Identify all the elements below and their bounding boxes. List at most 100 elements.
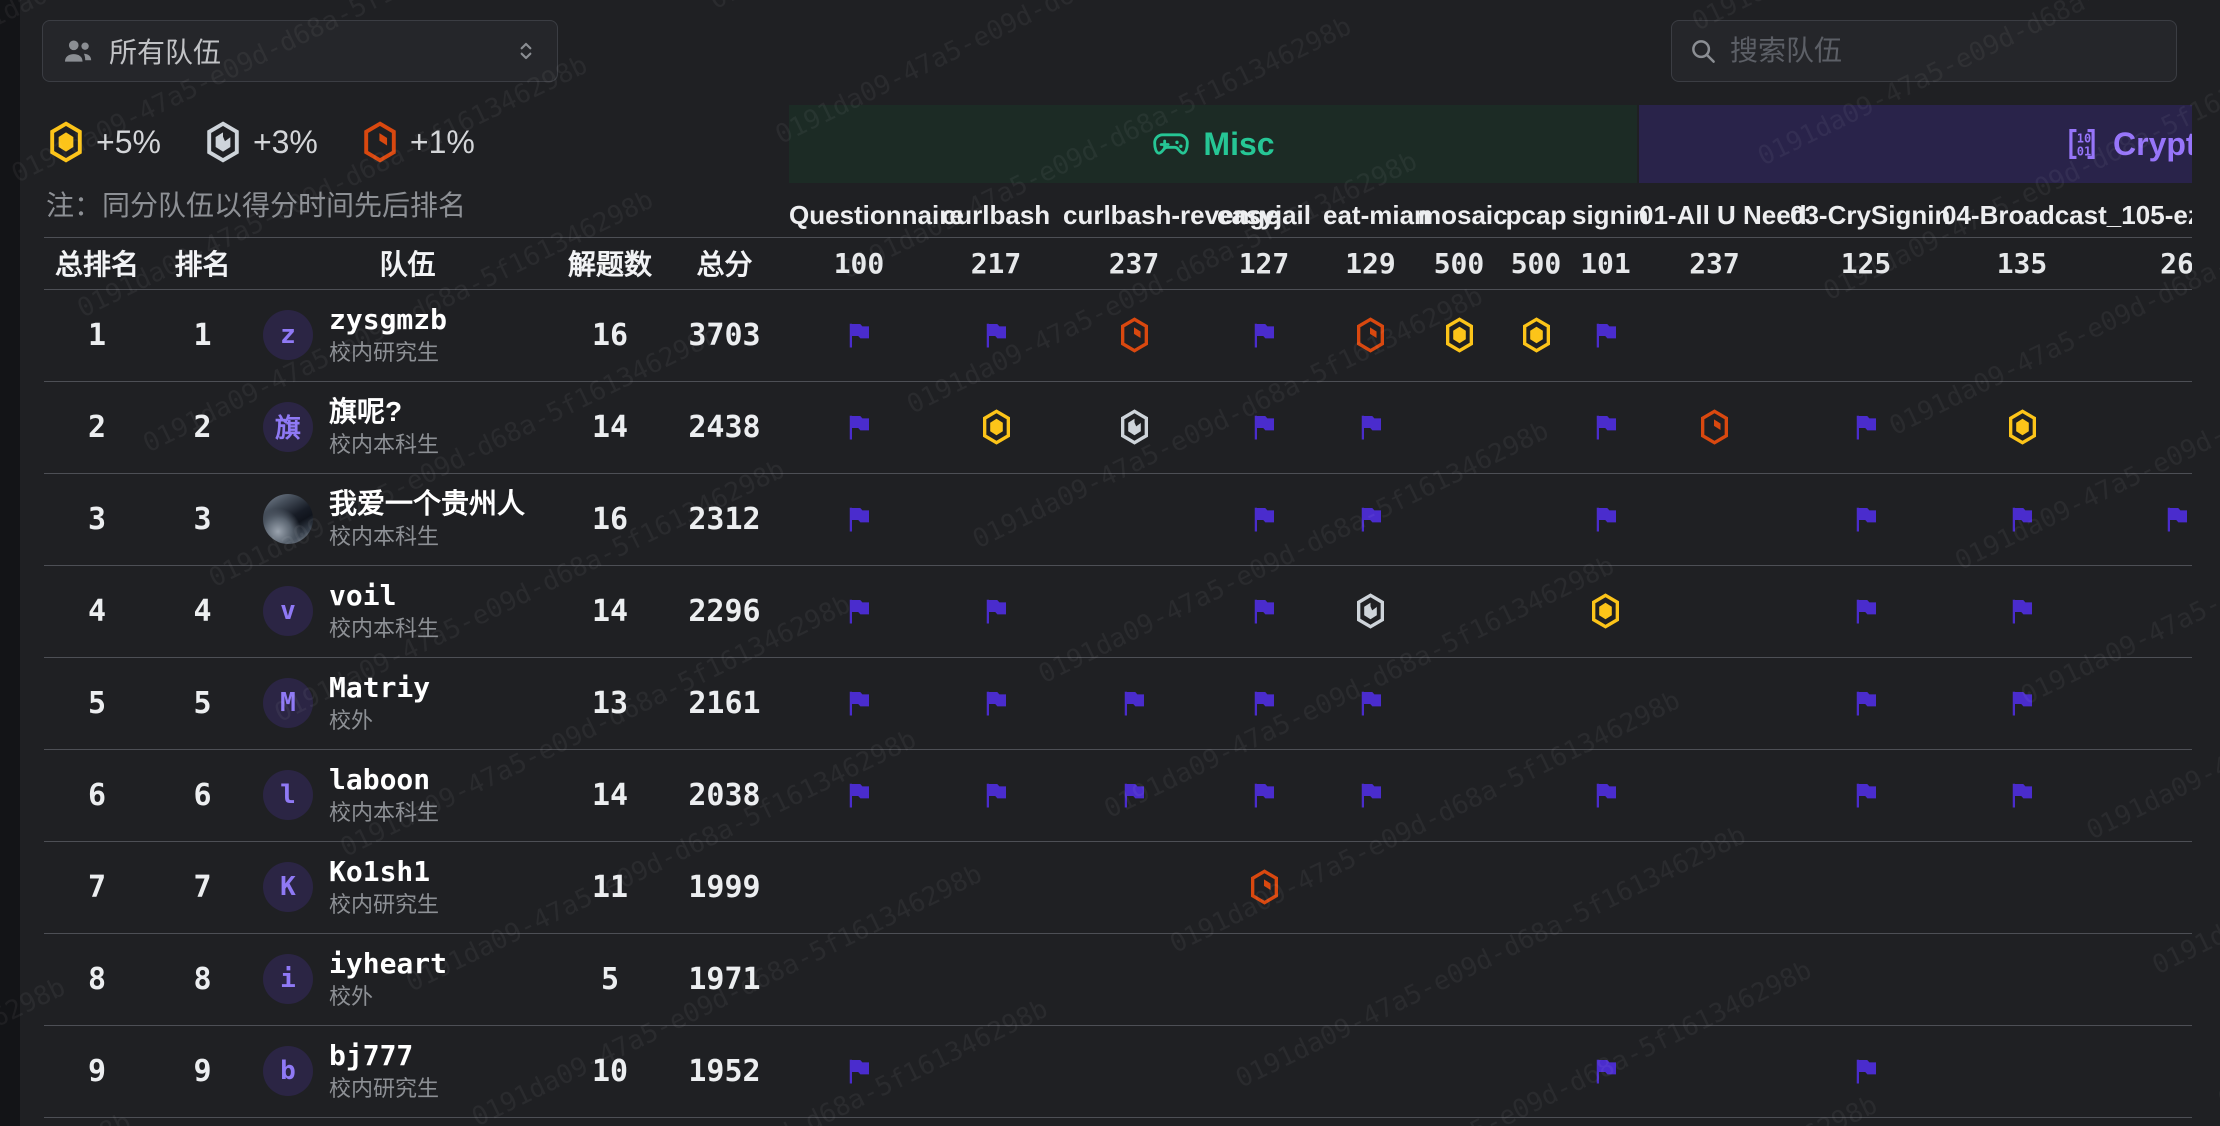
- flag-icon[interactable]: [981, 320, 1011, 350]
- team-row[interactable]: 11zzysgmzb校内研究生163703: [44, 289, 2192, 381]
- solve-cell[interactable]: [1205, 657, 1323, 749]
- third-blood-icon[interactable]: [1355, 317, 1386, 353]
- solve-cell[interactable]: [1790, 381, 1942, 473]
- first-blood-icon[interactable]: [981, 409, 1012, 445]
- solve-cell[interactable]: [1572, 565, 1639, 657]
- solve-cell[interactable]: [1572, 749, 1639, 841]
- flag-icon[interactable]: [2007, 688, 2037, 718]
- solve-cell[interactable]: [1942, 381, 2102, 473]
- solve-cell[interactable]: [1323, 381, 1418, 473]
- flag-icon[interactable]: [1591, 780, 1621, 810]
- team-row[interactable]: 55MMatriy校外132161: [44, 657, 2192, 749]
- second-blood-icon[interactable]: [1355, 593, 1386, 629]
- flag-icon[interactable]: [1119, 688, 1149, 718]
- flag-icon[interactable]: [1249, 596, 1279, 626]
- team-row[interactable]: 99bbj777校内研究生101952: [44, 1025, 2192, 1117]
- solve-cell[interactable]: [1063, 657, 1205, 749]
- team-row[interactable]: 33我爱一个贵州人校内本科生162312: [44, 473, 2192, 565]
- solve-cell[interactable]: [1323, 657, 1418, 749]
- third-blood-icon[interactable]: [362, 121, 398, 163]
- second-blood-icon[interactable]: [1119, 409, 1150, 445]
- solve-cell[interactable]: [789, 473, 929, 565]
- solve-cell[interactable]: [789, 749, 929, 841]
- solve-cell[interactable]: [789, 657, 929, 749]
- second-blood-icon[interactable]: [205, 121, 241, 163]
- solve-cell[interactable]: [1572, 289, 1639, 381]
- solve-cell[interactable]: [929, 657, 1063, 749]
- solve-cell[interactable]: [1063, 381, 1205, 473]
- flag-icon[interactable]: [2007, 596, 2037, 626]
- team-search-input[interactable]: [1730, 35, 2160, 67]
- flag-icon[interactable]: [844, 1056, 874, 1086]
- flag-icon[interactable]: [1356, 780, 1386, 810]
- team-row[interactable]: 44vvoil校内本科生142296: [44, 565, 2192, 657]
- first-blood-icon[interactable]: [1521, 317, 1552, 353]
- solve-cell[interactable]: [1942, 473, 2102, 565]
- solve-cell[interactable]: [1500, 289, 1572, 381]
- solve-cell[interactable]: [1942, 657, 2102, 749]
- solve-cell[interactable]: [1205, 289, 1323, 381]
- flag-icon[interactable]: [1356, 504, 1386, 534]
- solve-cell[interactable]: [1790, 1025, 1942, 1117]
- third-blood-icon[interactable]: [1699, 409, 1730, 445]
- flag-icon[interactable]: [844, 780, 874, 810]
- solve-cell[interactable]: [1063, 289, 1205, 381]
- solve-cell[interactable]: [1063, 749, 1205, 841]
- third-blood-icon[interactable]: [1249, 869, 1280, 905]
- flag-icon[interactable]: [981, 688, 1011, 718]
- flag-icon[interactable]: [1851, 688, 1881, 718]
- flag-icon[interactable]: [1851, 780, 1881, 810]
- solve-cell[interactable]: [1790, 473, 1942, 565]
- flag-icon[interactable]: [1851, 504, 1881, 534]
- solve-cell[interactable]: [1205, 749, 1323, 841]
- third-blood-icon[interactable]: [1119, 317, 1150, 353]
- flag-icon[interactable]: [1249, 688, 1279, 718]
- flag-icon[interactable]: [2007, 780, 2037, 810]
- flag-icon[interactable]: [1591, 1056, 1621, 1086]
- flag-icon[interactable]: [1851, 1056, 1881, 1086]
- solve-cell[interactable]: [1639, 381, 1790, 473]
- team-row[interactable]: 88iiyheart校外51971: [44, 933, 2192, 1025]
- team-row[interactable]: 77KKo1sh1校内研究生111999: [44, 841, 2192, 933]
- flag-icon[interactable]: [844, 320, 874, 350]
- solve-cell[interactable]: [789, 565, 929, 657]
- flag-icon[interactable]: [844, 504, 874, 534]
- solve-cell[interactable]: [1205, 565, 1323, 657]
- solve-cell[interactable]: [929, 749, 1063, 841]
- solve-cell[interactable]: [929, 289, 1063, 381]
- solve-cell[interactable]: [1205, 381, 1323, 473]
- solve-cell[interactable]: [1572, 473, 1639, 565]
- flag-icon[interactable]: [1249, 780, 1279, 810]
- flag-icon[interactable]: [1591, 412, 1621, 442]
- solve-cell[interactable]: [789, 381, 929, 473]
- solve-cell[interactable]: [1323, 473, 1418, 565]
- solve-cell[interactable]: [1790, 749, 1942, 841]
- flag-icon[interactable]: [1249, 504, 1279, 534]
- solve-cell[interactable]: [1572, 381, 1639, 473]
- solve-cell[interactable]: [1205, 841, 1323, 933]
- flag-icon[interactable]: [1851, 412, 1881, 442]
- flag-icon[interactable]: [1591, 504, 1621, 534]
- solve-cell[interactable]: [1323, 289, 1418, 381]
- first-blood-icon[interactable]: [1590, 593, 1621, 629]
- solve-cell[interactable]: [1790, 565, 1942, 657]
- solve-cell[interactable]: [1790, 657, 1942, 749]
- flag-icon[interactable]: [2007, 504, 2037, 534]
- solve-cell[interactable]: [789, 1025, 929, 1117]
- solve-cell[interactable]: [2102, 473, 2192, 565]
- flag-icon[interactable]: [1851, 596, 1881, 626]
- solve-cell[interactable]: [1205, 473, 1323, 565]
- flag-icon[interactable]: [1119, 780, 1149, 810]
- flag-icon[interactable]: [844, 596, 874, 626]
- solve-cell[interactable]: [929, 381, 1063, 473]
- flag-icon[interactable]: [1249, 320, 1279, 350]
- first-blood-icon[interactable]: [1444, 317, 1475, 353]
- solve-cell[interactable]: [1418, 289, 1500, 381]
- solve-cell[interactable]: [1942, 749, 2102, 841]
- solve-cell[interactable]: [1323, 565, 1418, 657]
- team-row[interactable]: 22旗旗呢?校内本科生142438: [44, 381, 2192, 473]
- flag-icon[interactable]: [1356, 412, 1386, 442]
- team-row[interactable]: 66llaboon校内本科生142038: [44, 749, 2192, 841]
- flag-icon[interactable]: [1591, 320, 1621, 350]
- flag-icon[interactable]: [1356, 688, 1386, 718]
